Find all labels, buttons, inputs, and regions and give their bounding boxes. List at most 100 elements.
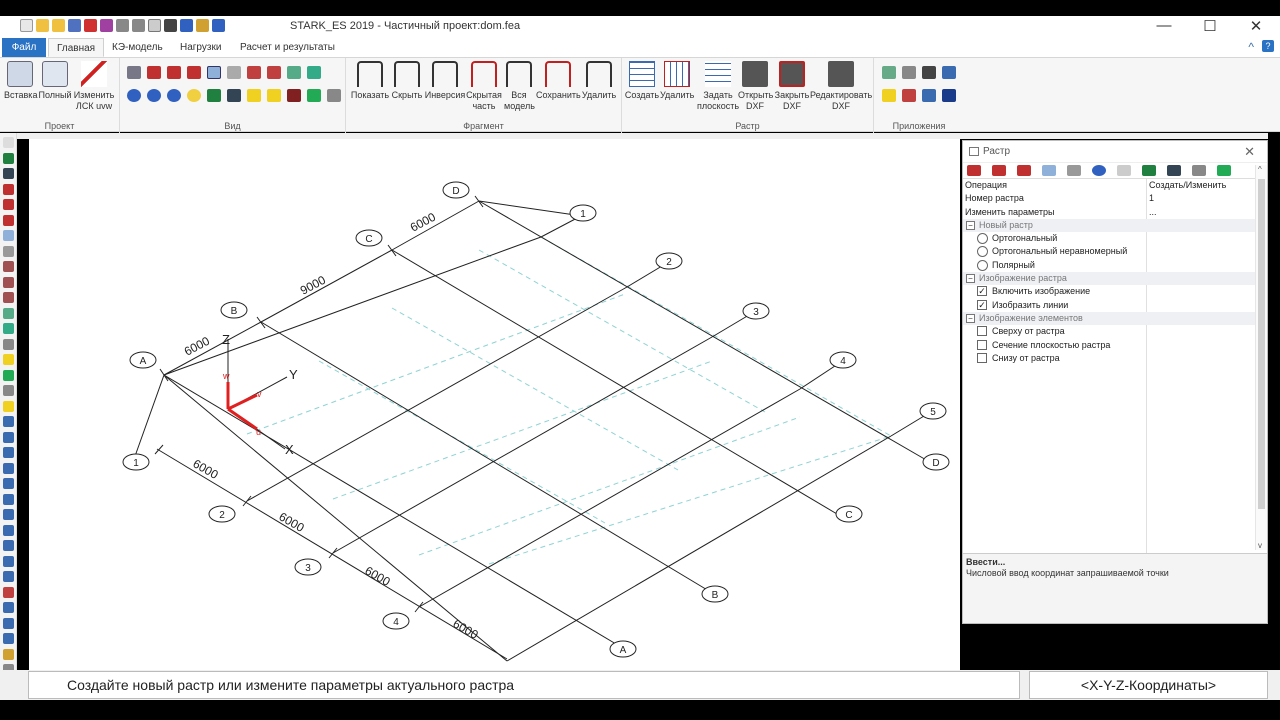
- grid-left-2-icon[interactable]: [3, 276, 14, 288]
- panel-light-icon[interactable]: [1117, 165, 1131, 176]
- cube-top-icon[interactable]: [187, 66, 201, 79]
- full-button[interactable]: Полный: [38, 61, 72, 101]
- check-below-row[interactable]: Снизу от растра: [963, 352, 1255, 365]
- panel-perspective-icon[interactable]: [1067, 165, 1081, 176]
- set-plane-button[interactable]: Задать плоскость: [696, 61, 740, 112]
- panel-cube-3-icon[interactable]: [1017, 165, 1031, 176]
- tab-home[interactable]: Главная: [48, 38, 105, 57]
- check-below[interactable]: [977, 352, 987, 363]
- radio-orthogonal-row[interactable]: Ортогональный: [963, 232, 1255, 245]
- tab-calc-results[interactable]: Расчет и результаты: [232, 38, 343, 57]
- check-section-row[interactable]: Сечение плоскостью растра: [963, 339, 1255, 352]
- check-enable-image[interactable]: ✓: [977, 286, 987, 297]
- tool-left-9-icon[interactable]: [3, 540, 14, 551]
- app-steel-icon[interactable]: [942, 66, 956, 79]
- section-icon[interactable]: [227, 89, 241, 102]
- search-icon[interactable]: [180, 19, 193, 32]
- coordinates-field[interactable]: <X-Y-Z-Координаты>: [1029, 671, 1268, 699]
- tool-left-6-icon[interactable]: [3, 493, 14, 505]
- check-draw-lines-row[interactable]: ✓ Изобразить линии: [963, 299, 1255, 312]
- scroll-thumb[interactable]: [1258, 179, 1265, 509]
- check-section[interactable]: [977, 339, 987, 350]
- section-element-image[interactable]: − Изображение элементов: [963, 311, 1255, 326]
- cube-red-icon[interactable]: [3, 183, 14, 195]
- column-left-icon[interactable]: [3, 385, 14, 396]
- edit-dxf-button[interactable]: Редактировать DXF: [810, 61, 872, 112]
- create-raster-button[interactable]: Создать: [624, 61, 660, 101]
- panel-label-icon[interactable]: [1217, 165, 1231, 176]
- section-raster-image[interactable]: − Изображение растра: [963, 272, 1255, 286]
- app-chart-icon[interactable]: [882, 66, 896, 79]
- save-icon[interactable]: [68, 19, 81, 32]
- app-check-icon[interactable]: [882, 89, 896, 102]
- prop-raster-number-row[interactable]: Номер растра 1: [963, 192, 1255, 205]
- view-grid-icon[interactable]: [127, 66, 141, 79]
- section-new-raster[interactable]: − Новый растр: [963, 218, 1255, 233]
- check-enable-image-row[interactable]: ✓ Включить изображение: [963, 285, 1255, 298]
- tool-left-5-icon[interactable]: [3, 478, 14, 489]
- app-books-icon[interactable]: [942, 89, 956, 102]
- perspective-icon[interactable]: [227, 66, 241, 79]
- delete-raster-button[interactable]: Удалить: [660, 61, 694, 101]
- tool-left-4-icon[interactable]: [3, 462, 14, 474]
- grid-left-icon[interactable]: [3, 261, 14, 272]
- redo-icon[interactable]: [132, 19, 145, 32]
- coords-icon[interactable]: [307, 66, 321, 79]
- scroll-up-icon[interactable]: ^: [1258, 165, 1262, 174]
- light-bulb-icon[interactable]: [187, 89, 201, 102]
- tool-left-1-icon[interactable]: [3, 416, 14, 427]
- cube-blue-icon[interactable]: [3, 230, 14, 241]
- delete-icon[interactable]: [84, 19, 97, 32]
- nodes-left-icon[interactable]: [3, 307, 14, 319]
- coords-left-icon[interactable]: [3, 323, 14, 334]
- window-icon[interactable]: [148, 19, 161, 32]
- undo-icon[interactable]: [116, 19, 129, 32]
- tool-left-8-icon[interactable]: [3, 524, 14, 536]
- label-left-icon[interactable]: [3, 369, 14, 381]
- check-above[interactable]: [977, 326, 987, 337]
- app-shape-icon[interactable]: [902, 66, 916, 79]
- panel-cube-icon[interactable]: [967, 165, 981, 176]
- open-dxf-button[interactable]: Открыть DXF: [738, 61, 773, 112]
- tool-left-10-icon[interactable]: [3, 555, 14, 567]
- tool-left-7-icon[interactable]: [3, 509, 14, 520]
- pencil-icon[interactable]: [164, 19, 177, 32]
- maximize-button[interactable]: ☐: [1200, 17, 1220, 35]
- cube-side-icon[interactable]: [167, 66, 181, 79]
- cylinder-icon[interactable]: [207, 89, 221, 102]
- open-folder-icon[interactable]: [36, 19, 49, 32]
- cylinder-green-icon[interactable]: [3, 152, 14, 164]
- prop-change-params-row[interactable]: Изменить параметры ...: [963, 206, 1255, 219]
- radio-polar-row[interactable]: Полярный: [963, 259, 1255, 272]
- app-truss-icon[interactable]: [902, 89, 916, 102]
- cube-iso-icon[interactable]: [207, 66, 221, 79]
- tab-fe-model[interactable]: КЭ-модель: [104, 38, 171, 57]
- panel-cube-blue-icon[interactable]: [1042, 165, 1056, 176]
- hidden-part-button[interactable]: Скрытая часть: [466, 61, 502, 112]
- column-icon[interactable]: [287, 89, 301, 102]
- tool-left-12-icon[interactable]: [3, 586, 14, 598]
- tool-left-2-icon[interactable]: [3, 431, 14, 443]
- delete-fragment-button[interactable]: Удалить: [580, 61, 618, 101]
- hide-button[interactable]: Скрыть: [390, 61, 424, 101]
- panel-scrollbar[interactable]: ^ v: [1255, 165, 1267, 550]
- grid-left-3-icon[interactable]: [3, 292, 14, 303]
- check-above-row[interactable]: Сверху от растра: [963, 325, 1255, 338]
- panel-zoom-icon[interactable]: [1092, 165, 1106, 176]
- prop-operation-row[interactable]: Операция Создать/Изменить: [963, 179, 1255, 192]
- mesh-icon[interactable]: [247, 66, 261, 79]
- panel-cylinder-icon[interactable]: [1142, 165, 1156, 176]
- collapse-toggle-icon[interactable]: −: [966, 313, 975, 323]
- radio-polar[interactable]: [977, 259, 988, 271]
- app-pen-icon[interactable]: [922, 89, 936, 102]
- i-left-icon[interactable]: [3, 400, 14, 412]
- new-file-icon[interactable]: [20, 19, 33, 32]
- cube-red-2-icon[interactable]: [3, 199, 14, 210]
- tool-left-14-icon[interactable]: [3, 617, 14, 629]
- m-left-icon[interactable]: [3, 354, 14, 365]
- tool-left-15-icon[interactable]: [3, 633, 14, 644]
- zoom-out-icon[interactable]: [167, 89, 181, 102]
- prop-raster-number-value[interactable]: 1: [1149, 192, 1154, 205]
- cube-front-icon[interactable]: [147, 66, 161, 79]
- dropdown-icon[interactable]: [212, 19, 225, 32]
